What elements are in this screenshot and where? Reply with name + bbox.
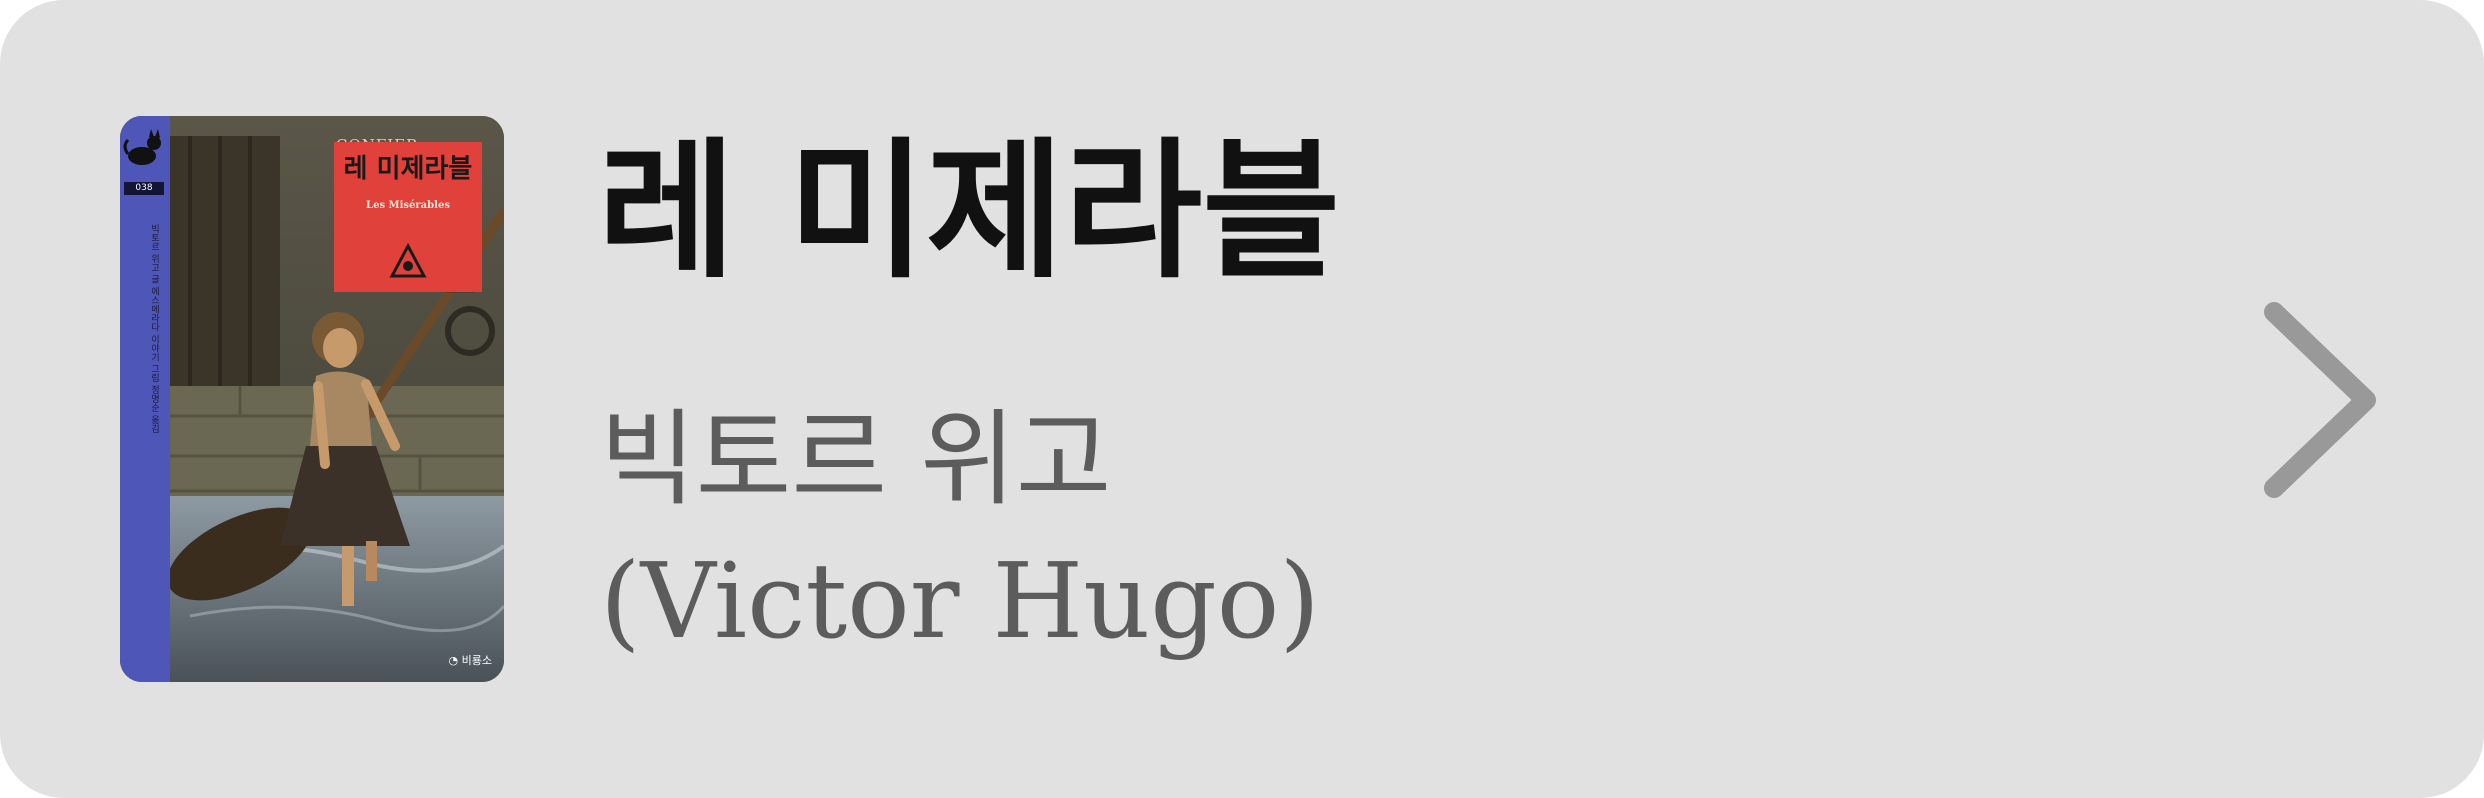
cover-spine-text: 빅토르 위고 글 에스메라다 이야기 그림 정명순 옮김 (149, 224, 159, 434)
cover-spine: 038 빅토르 위고 글 에스메라다 이야기 그림 정명순 옮김 (120, 116, 170, 682)
book-title: 레 미제라블 (598, 125, 1341, 299)
cover-title-korean: 레 미제라블 (343, 154, 473, 184)
chevron-right-icon[interactable] (2262, 300, 2382, 500)
cover-title-block: 레 미제라블 Les Misérables (334, 142, 482, 292)
cover-series-number: 038 (124, 182, 164, 195)
warning-triangle-icon (389, 242, 427, 278)
author-name-original: (Victor Hugo) (600, 540, 1320, 662)
black-cat-logo-icon (123, 129, 161, 165)
cover-publisher: ◔ 비룡소 (449, 652, 492, 668)
author-name-korean: 빅토르 위고 (600, 398, 1112, 520)
book-author: 빅토르 위고 (Victor Hugo) (600, 388, 2000, 672)
publisher-logo-icon: ◔ (448, 654, 459, 667)
book-card[interactable]: 038 빅토르 위고 글 에스메라다 이야기 그림 정명순 옮김 CONFIER… (0, 0, 2484, 798)
book-cover-image: 038 빅토르 위고 글 에스메라다 이야기 그림 정명순 옮김 CONFIER… (120, 116, 504, 682)
cover-publisher-name: 비룡소 (461, 654, 492, 667)
cover-title-original: Les Misérables (366, 200, 450, 211)
